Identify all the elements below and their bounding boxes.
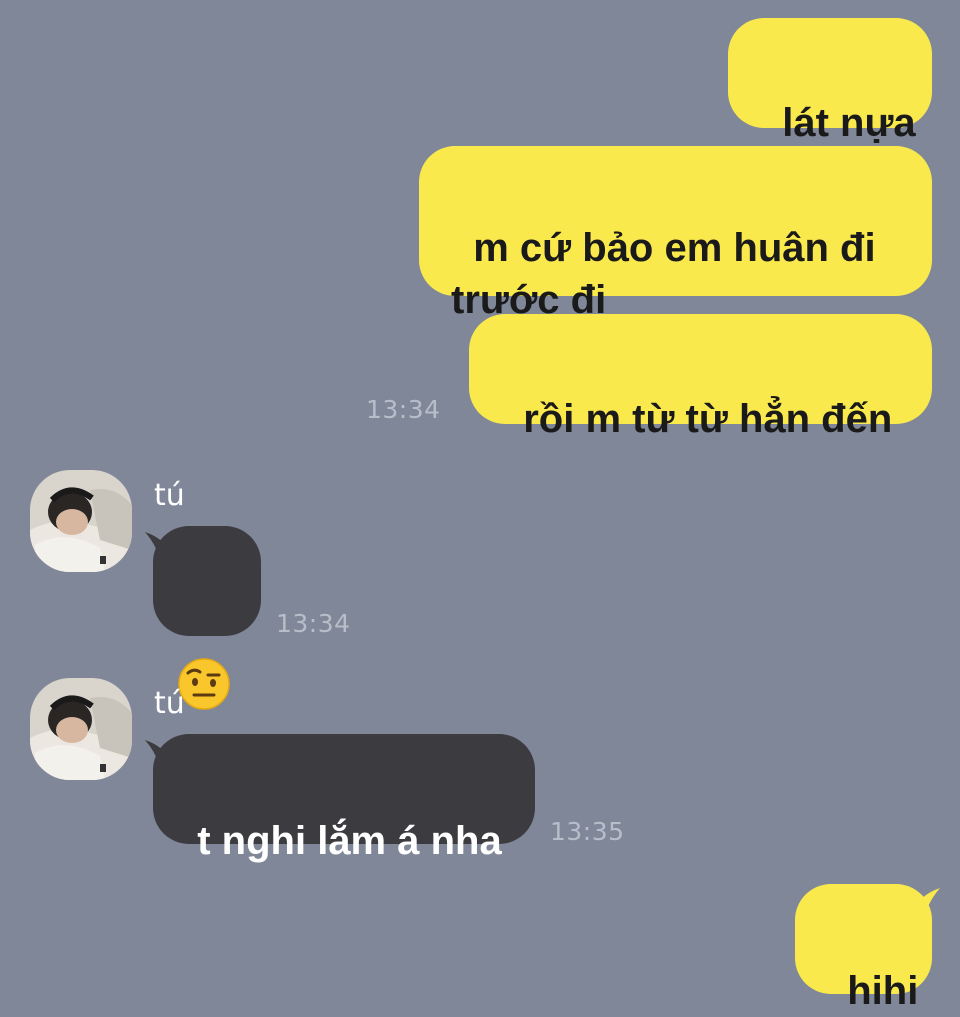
- message-timestamp: 13:34: [366, 395, 441, 424]
- outgoing-message-bubble[interactable]: m cứ bảo em huân đi trước đi: [419, 146, 932, 322]
- incoming-message-bubble[interactable]: [153, 526, 261, 710]
- incoming-message-bubble[interactable]: t nghi lắm á nha: [153, 734, 535, 863]
- outgoing-message-bubble[interactable]: rồi m từ từ hẳn đến: [469, 314, 932, 441]
- message-timestamp: 13:34: [276, 609, 351, 638]
- sender-name: tú: [154, 478, 185, 513]
- avatar-photo: [30, 678, 132, 780]
- outgoing-message-bubble[interactable]: lát nựa: [728, 18, 932, 145]
- message-text: hihi: [847, 969, 919, 1013]
- face-with-raised-eyebrow-icon: [178, 554, 230, 710]
- avatar[interactable]: [30, 470, 132, 572]
- message-text: lát nựa: [782, 101, 916, 145]
- message-timestamp: 13:35: [550, 817, 625, 846]
- message-text: m cứ bảo em huân đi trước đi: [451, 226, 876, 322]
- avatar[interactable]: [30, 678, 132, 780]
- avatar-photo: [30, 470, 132, 572]
- outgoing-message-bubble[interactable]: hihi: [795, 884, 932, 1013]
- sender-name: tú: [154, 686, 185, 721]
- message-text: t nghi lắm á nha: [197, 819, 502, 863]
- message-text: rồi m từ từ hẳn đến: [523, 397, 893, 441]
